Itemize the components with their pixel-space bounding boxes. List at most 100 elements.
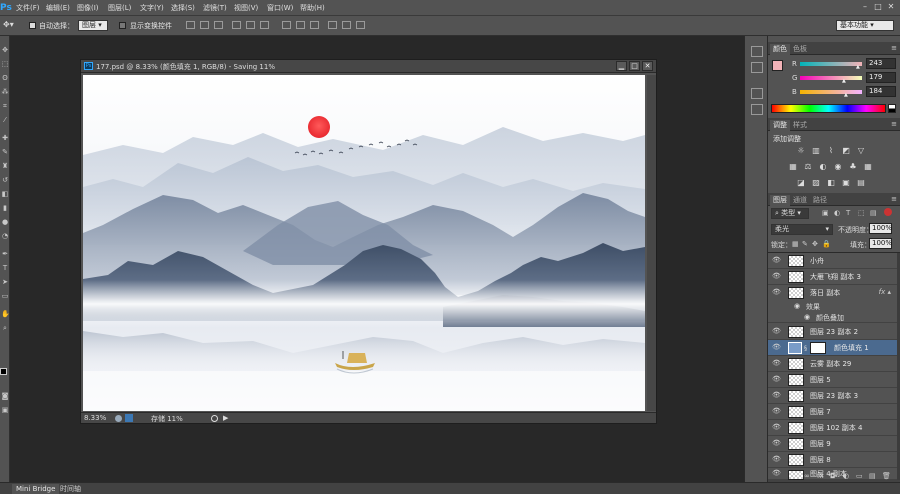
visibility-eye-icon[interactable]: 👁 bbox=[772, 375, 781, 383]
invert-icon[interactable]: ◪ bbox=[796, 178, 806, 187]
color-spectrum-bar[interactable] bbox=[771, 104, 886, 113]
layer-filter-dropdown[interactable]: ⌕ 类型 ▾ bbox=[771, 208, 809, 219]
lock-all-icon[interactable]: 🔒 bbox=[822, 240, 831, 248]
adjust-panel-menu-icon[interactable]: ≡ bbox=[891, 120, 897, 128]
status-expand-arrow-icon[interactable]: ▶ bbox=[223, 414, 228, 422]
align-bottom-icon[interactable] bbox=[214, 21, 223, 29]
visibility-eye-icon[interactable]: 👁 bbox=[772, 439, 781, 447]
lock-transparency-icon[interactable]: ▦ bbox=[792, 240, 799, 248]
foreground-swatch-large[interactable] bbox=[772, 60, 783, 71]
black-white-icon[interactable]: ◐ bbox=[818, 162, 828, 171]
eraser-tool-icon[interactable]: ◧ bbox=[1, 190, 9, 198]
clone-stamp-tool-icon[interactable]: ♜ bbox=[1, 162, 9, 170]
properties-panel-icon[interactable] bbox=[751, 62, 763, 73]
tab-styles[interactable]: 样式 bbox=[790, 120, 810, 131]
close-icon[interactable]: ✕ bbox=[886, 2, 896, 12]
gradient-tool-icon[interactable]: ▮ bbox=[1, 204, 9, 212]
visibility-eye-icon[interactable]: 👁 bbox=[772, 423, 781, 431]
effects-row[interactable]: ◉ 效果 bbox=[768, 301, 897, 312]
add-layer-style-icon[interactable]: fx bbox=[817, 472, 824, 480]
distribute-top-icon[interactable] bbox=[282, 21, 291, 29]
fill-field[interactable]: 100% bbox=[869, 238, 892, 249]
green-slider-track[interactable] bbox=[800, 76, 862, 80]
magic-wand-tool-icon[interactable]: ⁂ bbox=[1, 88, 9, 96]
blue-slider-thumb-icon[interactable]: ▲ bbox=[844, 92, 848, 98]
paragraph-panel-icon[interactable] bbox=[751, 104, 763, 115]
document-canvas[interactable] bbox=[83, 75, 645, 411]
layer-row[interactable]: 👁 图层 7 bbox=[768, 404, 897, 420]
brush-tool-icon[interactable]: ✎ bbox=[1, 148, 9, 156]
visibility-eye-icon[interactable]: 👁 bbox=[772, 343, 781, 351]
menu-select[interactable]: 选择(S) bbox=[171, 3, 195, 13]
menu-image[interactable]: 图像(I) bbox=[77, 3, 99, 13]
layer-mask-thumbnail[interactable] bbox=[810, 342, 826, 354]
green-slider-thumb-icon[interactable]: ▲ bbox=[842, 78, 846, 84]
menu-help[interactable]: 帮助(H) bbox=[300, 3, 325, 13]
align-top-icon[interactable] bbox=[186, 21, 195, 29]
document-vertical-scrollbar[interactable] bbox=[647, 75, 656, 411]
color-panel-menu-icon[interactable]: ≡ bbox=[891, 44, 897, 52]
menu-file[interactable]: 文件(F) bbox=[16, 3, 40, 13]
hand-tool-icon[interactable]: ✋ bbox=[1, 310, 10, 318]
blend-mode-dropdown[interactable]: 柔光 ▾ bbox=[771, 224, 833, 235]
tab-swatches[interactable]: 色板 bbox=[790, 44, 810, 55]
layer-row[interactable]: 👁 图层 23 副本 3 bbox=[768, 388, 897, 404]
align-vcenter-icon[interactable] bbox=[200, 21, 209, 29]
threshold-icon[interactable]: ◧ bbox=[826, 178, 836, 187]
visibility-eye-icon[interactable]: 👁 bbox=[772, 455, 781, 463]
layers-panel-menu-icon[interactable]: ≡ bbox=[891, 195, 897, 203]
distribute-vcenter-icon[interactable] bbox=[296, 21, 305, 29]
lock-position-icon[interactable]: ✥ bbox=[812, 240, 818, 248]
vibrance-icon[interactable]: ▽ bbox=[856, 146, 866, 155]
layer-row[interactable]: 👁 小舟 bbox=[768, 253, 897, 269]
blue-slider-track[interactable] bbox=[800, 90, 862, 94]
align-hcenter-icon[interactable] bbox=[246, 21, 255, 29]
quick-mask-icon[interactable]: ◙ bbox=[1, 392, 9, 400]
crop-tool-icon[interactable]: ⌗ bbox=[1, 102, 9, 110]
filter-shape-icon[interactable]: ⬚ bbox=[858, 209, 865, 217]
red-slider-track[interactable] bbox=[800, 62, 862, 66]
distribute-left-icon[interactable] bbox=[328, 21, 337, 29]
layer-row[interactable]: 👁 图层 8 bbox=[768, 452, 897, 468]
workspace-dropdown[interactable]: 基本功能 ▾ bbox=[836, 20, 894, 31]
auto-select-target-dropdown[interactable]: 图层 ▾ bbox=[78, 20, 108, 31]
visibility-eye-icon[interactable]: 👁 bbox=[772, 327, 781, 335]
channel-mixer-icon[interactable]: ♣ bbox=[848, 162, 858, 171]
path-selection-tool-icon[interactable]: ➤ bbox=[1, 278, 9, 286]
maximize-icon[interactable]: □ bbox=[873, 2, 883, 12]
visibility-eye-icon[interactable]: 👁 bbox=[772, 256, 781, 264]
menu-edit[interactable]: 编辑(E) bbox=[46, 3, 70, 13]
layer-row[interactable]: 👁 云雾 副本 29 bbox=[768, 356, 897, 372]
tab-layers[interactable]: 图层 bbox=[770, 195, 790, 206]
screen-mode-icon[interactable]: ▣ bbox=[1, 406, 9, 414]
zoom-tool-icon[interactable]: ⌕ bbox=[1, 324, 9, 332]
healing-brush-tool-icon[interactable]: ✚ bbox=[1, 134, 9, 142]
tab-channels[interactable]: 通道 bbox=[790, 195, 810, 206]
blur-tool-icon[interactable]: ● bbox=[1, 218, 9, 226]
filter-adjustment-icon[interactable]: ◐ bbox=[834, 209, 840, 217]
visibility-eye-icon[interactable]: 👁 bbox=[772, 469, 781, 477]
new-layer-icon[interactable]: ▤ bbox=[869, 472, 876, 480]
new-adjustment-layer-icon[interactable]: ◐ bbox=[843, 472, 849, 480]
visibility-eye-icon[interactable]: 👁 bbox=[772, 359, 781, 367]
eyedropper-tool-icon[interactable]: ⁄ bbox=[1, 116, 9, 124]
minimize-icon[interactable]: – bbox=[860, 2, 870, 12]
document-title-bar[interactable]: Ps 177.psd @ 8.33% (颜色填充 1, RGB/8) - Sav… bbox=[81, 60, 656, 73]
align-left-icon[interactable] bbox=[232, 21, 241, 29]
layer-row[interactable]: 👁 图层 5 bbox=[768, 372, 897, 388]
tab-mini-bridge[interactable]: Mini Bridge bbox=[12, 484, 60, 494]
layer-row-selected[interactable]: 👁 § 颜色填充 1 bbox=[768, 340, 897, 356]
menu-view[interactable]: 视图(V) bbox=[234, 3, 258, 13]
color-lookup-icon[interactable]: ▦ bbox=[863, 162, 873, 171]
layer-row[interactable]: 👁 图层 9 bbox=[768, 436, 897, 452]
filter-smart-object-icon[interactable]: ▤ bbox=[870, 209, 877, 217]
delete-layer-icon[interactable]: 🗑 bbox=[882, 472, 891, 480]
posterize-icon[interactable]: ▨ bbox=[811, 178, 821, 187]
filter-toggle-icon[interactable] bbox=[884, 208, 892, 216]
layer-row[interactable]: 👁 图层 102 副本 4 bbox=[768, 420, 897, 436]
menu-window[interactable]: 窗口(W) bbox=[267, 3, 293, 13]
link-chain-icon[interactable]: § bbox=[804, 345, 807, 352]
distribute-bottom-icon[interactable] bbox=[310, 21, 319, 29]
history-brush-tool-icon[interactable]: ↺ bbox=[1, 176, 9, 184]
align-right-icon[interactable] bbox=[260, 21, 269, 29]
